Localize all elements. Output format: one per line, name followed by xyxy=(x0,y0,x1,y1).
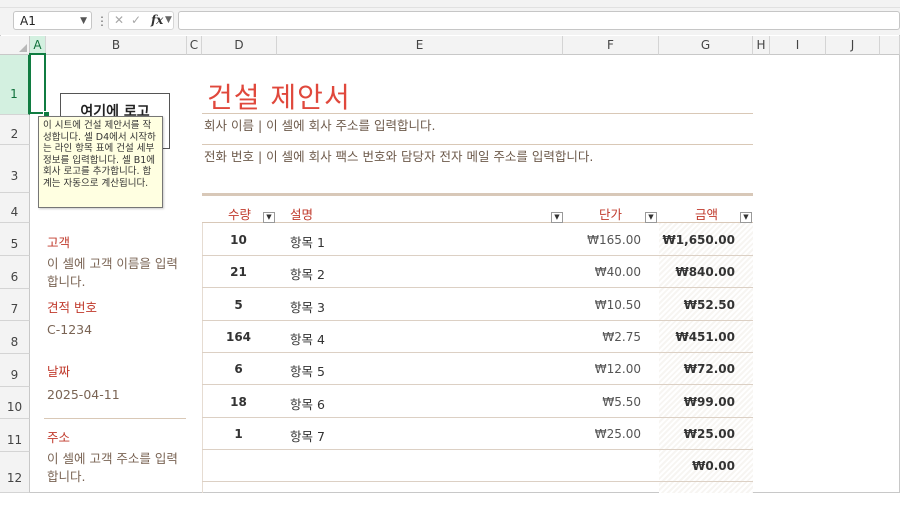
divider xyxy=(202,113,753,114)
desc-cell[interactable]: 항목 7 xyxy=(290,426,325,445)
qty-cell[interactable]: 18 xyxy=(202,395,275,409)
date-label: 날짜 xyxy=(47,364,71,379)
formula-bar: A1 ▼ ⋮ ✕ ✓ fx ▼ xyxy=(0,8,900,35)
page-title: 건설 제안서 xyxy=(207,81,351,114)
desc-cell[interactable]: 항목 3 xyxy=(290,297,325,316)
table-row[interactable]: 10 항목 1 ₩165.00 ₩1,650.00 xyxy=(202,224,753,256)
price-cell[interactable]: ₩2.75 xyxy=(602,330,641,344)
qty-cell[interactable]: 6 xyxy=(202,362,275,376)
desc-header: 설명 xyxy=(290,207,314,222)
more-options-icon[interactable]: ⋮ xyxy=(96,14,108,28)
desc-cell[interactable]: 항목 6 xyxy=(290,394,325,413)
table-row[interactable]: 21 항목 2 ₩40.00 ₩840.00 xyxy=(202,256,753,289)
amount-cell[interactable]: ₩72.00 xyxy=(684,362,735,376)
row-header-3[interactable]: 3 xyxy=(0,145,30,193)
column-header-c[interactable]: C xyxy=(187,36,202,55)
amount-cell[interactable]: ₩840.00 xyxy=(675,265,735,279)
chevron-down-icon[interactable]: ▼ xyxy=(80,12,87,31)
table-row[interactable]: 18 항목 6 ₩5.50 ₩99.00 xyxy=(202,386,753,418)
table-row[interactable]: 164 항목 4 ₩2.75 ₩451.00 xyxy=(202,321,753,353)
formula-buttons: ✕ ✓ fx ▼ xyxy=(108,11,174,30)
column-header-d[interactable]: D xyxy=(202,36,277,55)
desc-cell[interactable]: 항목 1 xyxy=(290,232,325,251)
filter-dropdown-icon[interactable]: ▼ xyxy=(263,212,275,223)
amount-cell[interactable]: ₩52.50 xyxy=(684,298,735,312)
row-header-12[interactable]: 12 xyxy=(0,452,30,493)
ribbon-edge xyxy=(0,0,900,8)
phone-info: 전화 번호 | 이 셀에 회사 팩스 번호와 담당자 전자 메일 주소를 입력합… xyxy=(204,149,594,164)
customer-value: 이 셀에 고객 이름을 입력합니다. xyxy=(47,256,178,289)
table-row[interactable]: 5 항목 3 ₩10.50 ₩52.50 xyxy=(202,289,753,321)
row-header-5[interactable]: 5 xyxy=(0,223,30,256)
amount-header: 금액 xyxy=(695,207,719,222)
row-header-9[interactable]: 9 xyxy=(0,354,30,387)
cell-comment-tooltip: 이 시트에 건설 제안서를 작성합니다. 셀 D4에서 시작하는 라인 항목 표… xyxy=(38,116,163,208)
row-header-4[interactable]: 4 xyxy=(0,193,30,223)
amount-cell[interactable]: ₩99.00 xyxy=(684,395,735,409)
row-header-2[interactable]: 2 xyxy=(0,115,30,145)
row-header-1[interactable]: 1 xyxy=(0,55,30,115)
price-header: 단가 xyxy=(599,207,623,222)
price-cell[interactable]: ₩12.00 xyxy=(595,362,641,376)
chevron-down-icon[interactable]: ▼ xyxy=(165,15,172,25)
price-cell[interactable]: ₩10.50 xyxy=(595,298,641,312)
column-header-h[interactable]: H xyxy=(753,36,770,55)
price-cell[interactable]: ₩5.50 xyxy=(602,395,641,409)
column-header-g[interactable]: G xyxy=(659,36,753,55)
price-cell[interactable]: ₩25.00 xyxy=(595,427,641,441)
table-row[interactable]: ₩0.00 xyxy=(202,450,753,483)
quote-number-label: 견적 번호 xyxy=(47,300,97,315)
price-cell[interactable]: ₩165.00 xyxy=(587,233,641,247)
column-header-b[interactable]: B xyxy=(46,36,187,55)
name-box[interactable]: A1 ▼ xyxy=(13,11,92,30)
column-header-i[interactable]: I xyxy=(770,36,826,55)
row-header-8[interactable]: 8 xyxy=(0,321,30,354)
filter-dropdown-icon[interactable]: ▼ xyxy=(551,212,563,223)
divider xyxy=(202,144,753,145)
table-row[interactable]: 1 항목 7 ₩25.00 ₩25.00 xyxy=(202,418,753,450)
row-header-7[interactable]: 7 xyxy=(0,289,30,321)
company-info: 회사 이름 | 이 셀에 회사 주소를 입력합니다. xyxy=(204,118,436,133)
date-value: 2025-04-11 xyxy=(47,387,120,402)
active-cell-a1[interactable] xyxy=(29,53,46,114)
enter-icon[interactable]: ✓ xyxy=(131,13,141,27)
address-label: 주소 xyxy=(47,430,71,445)
insert-function-button[interactable]: fx xyxy=(151,13,163,27)
filter-dropdown-icon[interactable]: ▼ xyxy=(740,212,752,223)
amount-cell[interactable]: ₩1,650.00 xyxy=(663,233,735,247)
price-cell[interactable]: ₩40.00 xyxy=(595,265,641,279)
amount-cell[interactable]: ₩0.00 xyxy=(692,459,735,473)
column-header-f[interactable]: F xyxy=(563,36,659,55)
qty-header: 수량 xyxy=(228,207,252,222)
qty-cell[interactable]: 1 xyxy=(202,427,275,441)
formula-input[interactable] xyxy=(178,11,900,30)
cancel-icon[interactable]: ✕ xyxy=(114,13,124,27)
amount-cell[interactable]: ₩451.00 xyxy=(675,330,735,344)
address-value: 이 셀에 고객 주소를 입력합니다. xyxy=(47,451,178,484)
amount-cell[interactable]: ₩25.00 xyxy=(684,427,735,441)
column-header-filler xyxy=(880,36,900,55)
desc-cell[interactable]: 항목 2 xyxy=(290,264,325,283)
qty-cell[interactable]: 164 xyxy=(202,330,275,344)
column-header-j[interactable]: J xyxy=(826,36,880,55)
customer-label: 고객 xyxy=(47,235,71,250)
table-row[interactable]: 6 항목 5 ₩12.00 ₩72.00 xyxy=(202,353,753,386)
row-header-11[interactable]: 11 xyxy=(0,419,30,452)
desc-cell[interactable]: 항목 5 xyxy=(290,361,325,380)
table-header: 수량 ▼ 설명 ▼ 단가 ▼ 금액 ▼ xyxy=(202,193,753,223)
qty-cell[interactable]: 10 xyxy=(202,233,275,247)
qty-cell[interactable]: 5 xyxy=(202,298,275,312)
name-box-value: A1 xyxy=(20,14,36,28)
filter-dropdown-icon[interactable]: ▼ xyxy=(645,212,657,223)
quote-number-value: C-1234 xyxy=(47,322,93,337)
select-all-button[interactable] xyxy=(0,36,30,55)
qty-cell[interactable]: 21 xyxy=(202,265,275,279)
column-header-e[interactable]: E xyxy=(277,36,563,55)
row-header-10[interactable]: 10 xyxy=(0,387,30,419)
desc-cell[interactable]: 항목 4 xyxy=(290,329,325,348)
divider xyxy=(44,418,186,419)
row-header-6[interactable]: 6 xyxy=(0,256,30,289)
